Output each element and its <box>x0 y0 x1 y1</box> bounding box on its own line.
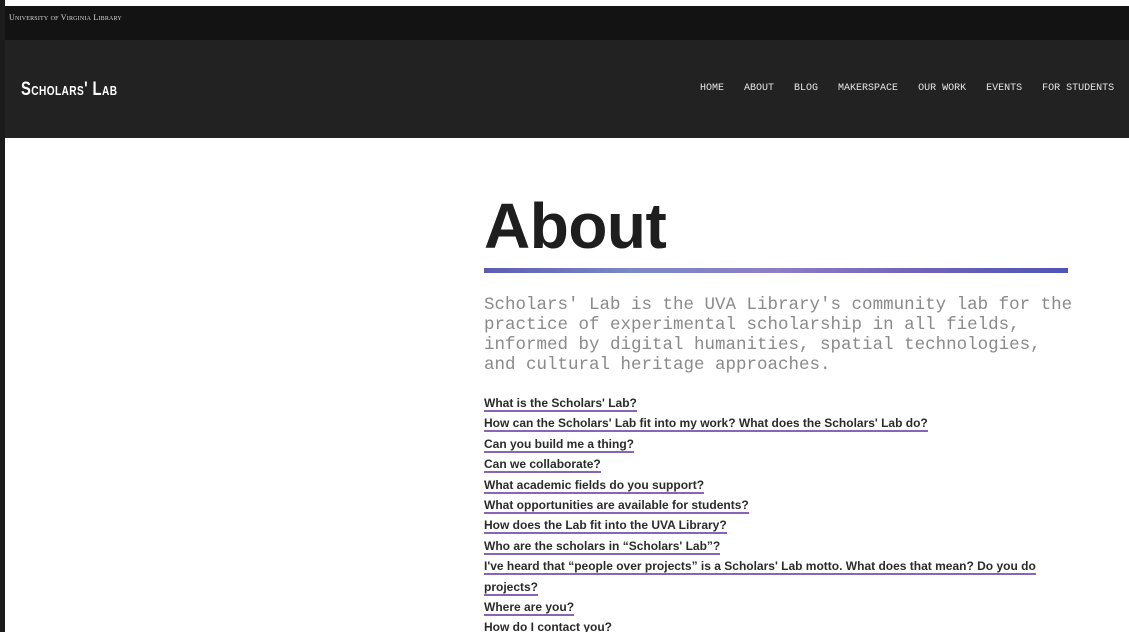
faq-link-uva-library[interactable]: How does the Lab fit into the UVA Librar… <box>484 518 727 535</box>
faq-link-build-thing[interactable]: Can you build me a thing? <box>484 436 634 453</box>
faq-link-fit-my-work[interactable]: How can the Scholars' Lab fit into my wo… <box>484 416 928 433</box>
nav-events[interactable]: EVENTS <box>986 83 1022 94</box>
list-item: Can we collaborate? <box>484 454 1068 474</box>
nav-home[interactable]: HOME <box>700 83 724 94</box>
list-item: How can the Scholars' Lab fit into my wo… <box>484 413 1068 433</box>
faq-link-academic-fields[interactable]: What academic fields do you support? <box>484 477 705 494</box>
intro-text: Scholars' Lab is the UVA Library's commu… <box>484 295 1073 375</box>
main-content: About Scholars' Lab is the UVA Library's… <box>484 190 1072 632</box>
faq-link-student-opportunities[interactable]: What opportunities are available for stu… <box>484 498 749 515</box>
faq-link-contact[interactable]: How do I contact you? <box>484 620 612 632</box>
university-library-link[interactable]: University of Virginia Library <box>9 13 122 22</box>
list-item: How does the Lab fit into the UVA Librar… <box>484 515 1068 535</box>
nav-for-students[interactable]: FOR STUDENTS <box>1042 83 1114 94</box>
list-item: What is the Scholars' Lab? <box>484 393 1068 413</box>
list-item: I've heard that “people over projects” i… <box>484 556 1068 597</box>
nav-our-work[interactable]: OUR WORK <box>918 83 966 94</box>
list-item: Who are the scholars in “Scholars' Lab”? <box>484 536 1068 556</box>
site-header: Scholars' Lab HOME ABOUT BLOG MAKERSPACE… <box>5 40 1129 138</box>
nav-about[interactable]: ABOUT <box>744 83 774 94</box>
site-logo[interactable]: Scholars' Lab <box>21 79 117 101</box>
faq-list: What is the Scholars' Lab? How can the S… <box>484 393 1068 632</box>
nav-makerspace[interactable]: MAKERSPACE <box>838 83 898 94</box>
page-title: About <box>484 190 667 262</box>
list-item: Can you build me a thing? <box>484 434 1068 454</box>
list-item: What opportunities are available for stu… <box>484 495 1068 515</box>
faq-link-what-is[interactable]: What is the Scholars' Lab? <box>484 396 637 412</box>
university-bar: University of Virginia Library <box>5 6 1129 40</box>
title-divider <box>484 268 1068 273</box>
faq-link-who-are-scholars[interactable]: Who are the scholars in “Scholars' Lab”? <box>484 538 721 555</box>
faq-link-collaborate[interactable]: Can we collaborate? <box>484 457 601 474</box>
main-nav: HOME ABOUT BLOG MAKERSPACE OUR WORK EVEN… <box>700 83 1114 94</box>
list-item: How do I contact you? <box>484 617 1068 632</box>
list-item: Where are you? <box>484 597 1068 617</box>
list-item: What academic fields do you support? <box>484 475 1068 495</box>
nav-blog[interactable]: BLOG <box>794 83 818 94</box>
faq-link-people-over-projects[interactable]: I've heard that “people over projects” i… <box>484 559 1036 596</box>
faq-link-where-are-you[interactable]: Where are you? <box>484 600 575 617</box>
